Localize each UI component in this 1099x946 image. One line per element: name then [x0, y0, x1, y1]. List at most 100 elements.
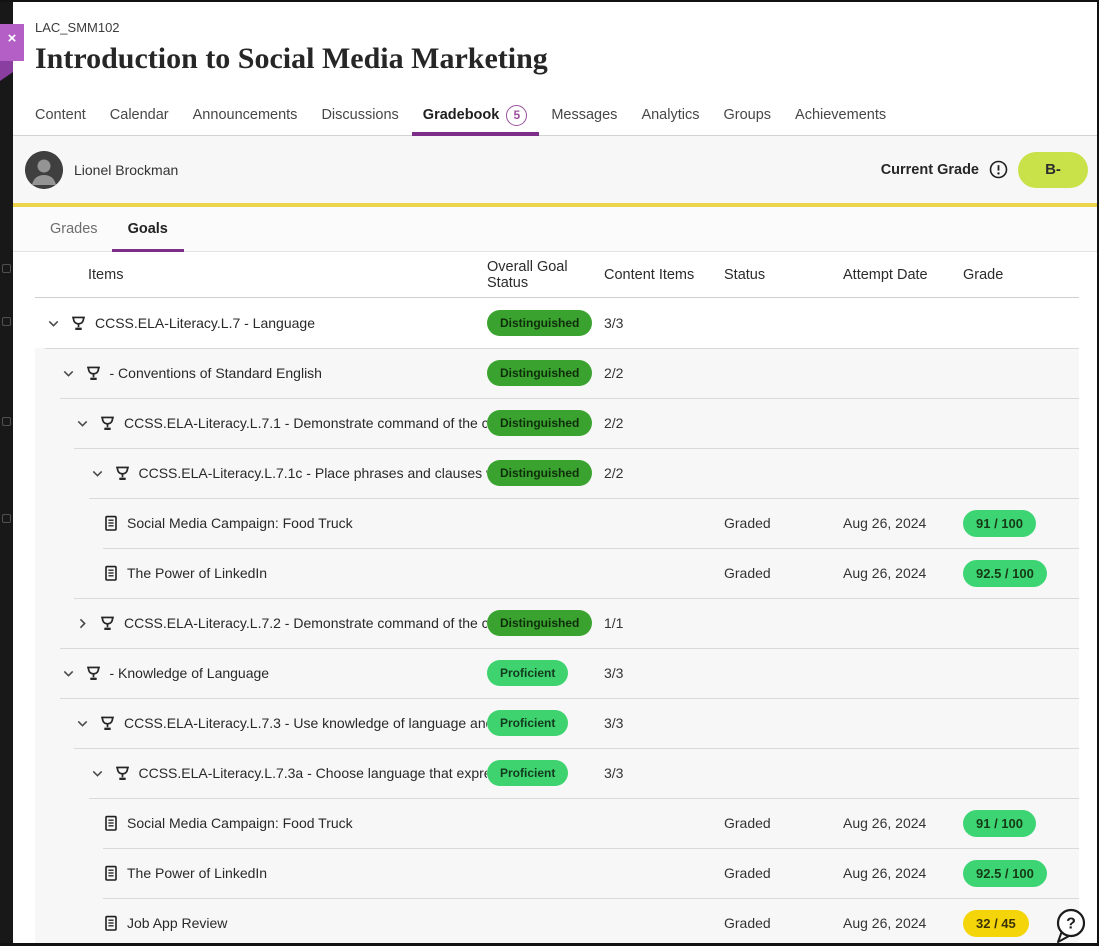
goal-status-pill: Distinguished	[487, 460, 592, 486]
goal-row[interactable]: CCSS.ELA-Literacy.L.7 - Language Distingu…	[35, 298, 1079, 348]
goal-trophy-icon	[70, 315, 87, 332]
nav-tab-discussions[interactable]: Discussions	[321, 95, 398, 135]
chevron-right-icon[interactable]	[74, 615, 91, 632]
content-item-row[interactable]: The Power of LinkedInGradedAug 26, 20249…	[35, 848, 1079, 898]
nav-tab-analytics[interactable]: Analytics	[641, 95, 699, 135]
grade-pill[interactable]: 92.5 / 100	[963, 560, 1047, 587]
content-item-row[interactable]: The Power of LinkedInGradedAug 26, 20249…	[35, 548, 1079, 598]
goal-row[interactable]: - Conventions of Standard English Disting…	[35, 348, 1079, 398]
nav-tab-gradebook[interactable]: Gradebook5	[423, 95, 528, 135]
content-item-row[interactable]: Social Media Campaign: Food Truck GradedA…	[35, 498, 1079, 548]
items-cell: CCSS.ELA-Literacy.L.7.1 - Demonstrate co…	[35, 415, 487, 432]
person-silhouette-icon	[25, 151, 63, 189]
items-cell: CCSS.ELA-Literacy.L.7.1c - Place phrases…	[35, 465, 487, 482]
nav-tab-label: Announcements	[193, 107, 298, 123]
nav-tab-label: Analytics	[641, 107, 699, 123]
items-cell: The Power of LinkedIn	[35, 865, 487, 882]
content-items-cell: 2/2	[604, 415, 724, 431]
grade-pill[interactable]: 92.5 / 100	[963, 860, 1047, 887]
attempt-date-cell: Aug 26, 2024	[843, 515, 963, 531]
goal-row[interactable]: CCSS.ELA-Literacy.L.7.1 - Demonstrate co…	[35, 398, 1079, 448]
table-header-row: Items Overall Goal Status Content Items …	[35, 252, 1079, 298]
overall-goal-status-cell: Distinguished	[487, 460, 604, 486]
gradebook-count-badge: 5	[506, 105, 527, 126]
clipped-icon-1	[2, 264, 11, 273]
chevron-down-icon[interactable]	[45, 315, 62, 332]
goal-trophy-icon	[114, 465, 131, 482]
chevron-down-icon[interactable]	[74, 415, 91, 432]
avatar	[25, 151, 63, 189]
close-icon: ×	[0, 31, 24, 46]
goal-status-pill: Distinguished	[487, 610, 592, 636]
grade-cell: 92.5 / 100	[963, 860, 1079, 887]
goal-trophy-icon	[99, 415, 116, 432]
goal-status-pill: Proficient	[487, 760, 568, 786]
goal-status-pill: Distinguished	[487, 410, 592, 436]
document-icon	[103, 515, 119, 532]
goal-trophy-icon	[85, 365, 102, 382]
current-grade-pill[interactable]: B-	[1018, 152, 1088, 188]
item-label: The Power of LinkedIn	[127, 865, 267, 881]
grade-pill[interactable]: 32 / 45	[963, 910, 1029, 937]
nav-tab-label: Calendar	[110, 107, 169, 123]
chevron-down-icon[interactable]	[60, 365, 77, 382]
chevron-down-icon[interactable]	[89, 465, 106, 482]
goal-row[interactable]: CCSS.ELA-Literacy.L.7.3 - Use knowledge …	[35, 698, 1079, 748]
chevron-down-icon[interactable]	[60, 665, 77, 682]
subtab-grades[interactable]: Grades	[48, 207, 100, 251]
goal-row[interactable]: CCSS.ELA-Literacy.L.7.3a - Choose langua…	[35, 748, 1079, 798]
items-cell: Job App Review	[35, 915, 487, 932]
overall-goal-status-cell: Distinguished	[487, 310, 604, 336]
grade-pill[interactable]: 91 / 100	[963, 510, 1036, 537]
nav-tab-label: Achievements	[795, 107, 886, 123]
grade-pill[interactable]: 91 / 100	[963, 810, 1036, 837]
goal-status-pill: Distinguished	[487, 310, 592, 336]
nav-tab-announcements[interactable]: Announcements	[193, 95, 298, 135]
clipped-icon-3	[2, 417, 11, 426]
goal-trophy-icon	[85, 665, 102, 682]
current-grade-label: Current Grade	[881, 162, 979, 178]
item-label: Social Media Campaign: Food Truck	[127, 515, 353, 531]
content-items-cell: 1/1	[604, 615, 724, 631]
goal-status-pill: Distinguished	[487, 360, 592, 386]
nav-tab-calendar[interactable]: Calendar	[110, 95, 169, 135]
grade-cell: 91 / 100	[963, 510, 1079, 537]
goal-label: - Conventions of Standard English	[110, 365, 322, 381]
items-cell: Social Media Campaign: Food Truck	[35, 515, 487, 532]
nav-tab-label: Messages	[551, 107, 617, 123]
attempt-date-cell: Aug 26, 2024	[843, 565, 963, 581]
subtab-goals[interactable]: Goals	[126, 207, 170, 251]
goal-label: CCSS.ELA-Literacy.L.7 - Language	[95, 315, 315, 331]
attempt-date-cell: Aug 26, 2024	[843, 815, 963, 831]
nav-tab-groups[interactable]: Groups	[723, 95, 771, 135]
column-header-attempt-date: Attempt Date	[843, 267, 963, 283]
page-title: Introduction to Social Media Marketing	[35, 40, 1097, 77]
nav-tab-label: Groups	[723, 107, 771, 123]
page-header: LAC_SMM102 Introduction to Social Media …	[13, 4, 1097, 77]
overall-goal-status-cell: Proficient	[487, 760, 604, 786]
content-item-row[interactable]: Job App ReviewGradedAug 26, 202432 / 45	[35, 898, 1079, 946]
status-cell: Graded	[724, 515, 843, 531]
help-button[interactable]: ?	[1053, 907, 1089, 945]
content-items-cell: 2/2	[604, 365, 724, 381]
current-grade-info-button[interactable]	[989, 160, 1008, 179]
chevron-down-icon[interactable]	[74, 715, 91, 732]
grades-goals-tabs: Grades Goals	[13, 207, 1097, 252]
nav-tab-achievements[interactable]: Achievements	[795, 95, 886, 135]
nav-tab-content[interactable]: Content	[35, 95, 86, 135]
overall-goal-status-cell: Proficient	[487, 660, 604, 686]
items-cell: Social Media Campaign: Food Truck	[35, 815, 487, 832]
nav-tab-messages[interactable]: Messages	[551, 95, 617, 135]
goal-row[interactable]: CCSS.ELA-Literacy.L.7.1c - Place phrases…	[35, 448, 1079, 498]
column-header-content-items: Content Items	[604, 267, 724, 283]
column-header-status: Status	[724, 267, 843, 283]
goal-row[interactable]: CCSS.ELA-Literacy.L.7.2 - Demonstrate co…	[35, 598, 1079, 648]
content-items-cell: 3/3	[604, 715, 724, 731]
content-item-row[interactable]: Social Media Campaign: Food TruckGradedA…	[35, 798, 1079, 848]
goal-row[interactable]: - Knowledge of LanguageProficient3/3	[35, 648, 1079, 698]
nav-tab-label: Content	[35, 107, 86, 123]
chevron-down-icon[interactable]	[89, 765, 106, 782]
document-icon	[103, 815, 119, 832]
overall-goal-status-cell: Distinguished	[487, 410, 604, 436]
close-panel-button[interactable]: ×	[0, 24, 24, 82]
